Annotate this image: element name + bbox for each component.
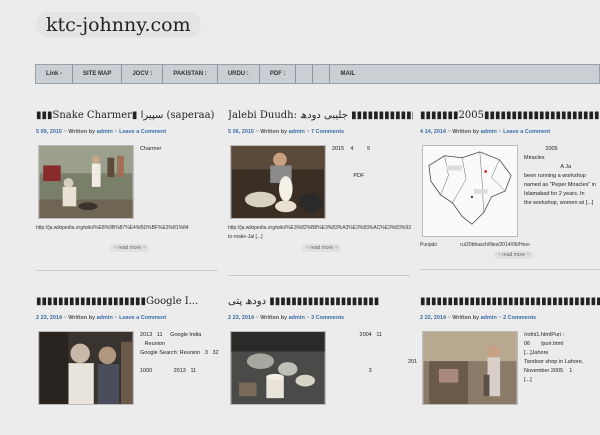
post-excerpt: 2015 4 5 PDF http://ja.wikipedia.org/wik… <box>228 145 413 252</box>
post-excerpt-text: /rothi1.htmlPuri : 06 /puri.html [...]Ja… <box>524 332 584 383</box>
post-date[interactable]: 5 09, 2015 <box>36 129 62 135</box>
post-excerpt-text: 2005 Miracles A Ja been running a worksh… <box>524 146 597 206</box>
post-card: ▮▮▮▮▮▮▮▮▮▮▮▮▮▮▮▮▮▮▮▮Google I... 2 23, 20… <box>36 295 221 435</box>
read-more-link[interactable]: ~ read more ~ <box>494 251 534 259</box>
nav-item-pdf[interactable]: PDF : <box>260 65 297 83</box>
meta-separator: ~ <box>114 315 118 321</box>
post-divider <box>228 275 410 276</box>
meta-separator: ~ <box>255 129 259 135</box>
post-title[interactable]: Jalebi Duudh: جلیبی دودھ ▮▮▮▮▮▮▮▮▮▮▮▮▮▮▮… <box>228 109 413 123</box>
post-excerpt-link[interactable]: Punjabi ru/20bhasch/files/2014/06/How- <box>420 241 531 250</box>
written-by-label: Written by <box>452 129 480 135</box>
post-thumbnail[interactable] <box>422 331 518 405</box>
post-author[interactable]: admin <box>481 129 497 135</box>
post-comments-link[interactable]: Leave a Comment <box>119 315 166 321</box>
post-excerpt: 2013 11 Google India Reunion Google Sear… <box>36 331 221 435</box>
post-meta: 5 06, 2015 ~ Written by admin ~ 7 Commen… <box>228 129 413 135</box>
post-author[interactable]: admin <box>97 129 113 135</box>
post-card: ▮▮▮▮▮▮▮▮▮▮▮▮▮▮▮▮▮▮▮▮▮▮▮▮▮▮▮▮▮▮▮▮▮▮ 2 22,… <box>420 295 600 435</box>
post-title[interactable]: دودھ پتی ▮▮▮▮▮▮▮▮▮▮▮▮▮▮▮▮▮▮▮▮ <box>228 295 413 309</box>
post-meta: 5 09, 2015 ~ Written by admin ~ Leave a … <box>36 129 221 135</box>
meta-separator: ~ <box>447 315 451 321</box>
post-divider <box>420 269 600 270</box>
meta-separator: ~ <box>498 315 502 321</box>
post-meta: 2 22, 2014 ~ Written by admin ~ 2 Commen… <box>420 315 600 321</box>
post-thumbnail[interactable] <box>230 331 326 405</box>
meta-separator: ~ <box>306 129 310 135</box>
post-excerpt-text: Charmer <box>140 146 162 152</box>
meta-separator: ~ <box>447 129 451 135</box>
post-excerpt-link[interactable]: http://ja.wikipedia.org/wiki/%E3%82%B8%E… <box>228 224 411 242</box>
post-excerpt: 2005 Miracles A Ja been running a worksh… <box>420 145 600 259</box>
nav-item-blank-2[interactable] <box>313 65 331 83</box>
post-comments-link[interactable]: Leave a Comment <box>119 129 166 135</box>
read-more-link[interactable]: ~ read more ~ <box>302 244 342 252</box>
nav-item-link[interactable]: Link - <box>36 65 73 83</box>
post-author[interactable]: admin <box>289 129 305 135</box>
nav-item-blank-1[interactable] <box>296 65 314 83</box>
post-thumbnail[interactable] <box>422 145 518 237</box>
post-card: Jalebi Duudh: جلیبی دودھ ▮▮▮▮▮▮▮▮▮▮▮▮▮▮▮… <box>228 109 413 276</box>
meta-separator: ~ <box>63 129 67 135</box>
meta-separator: ~ <box>306 315 310 321</box>
post-title[interactable]: ▮▮▮Snake Charmer▮ سپیرا (saperaa) <box>36 109 221 123</box>
post-author[interactable]: admin <box>97 315 113 321</box>
post-date[interactable]: 4 14, 2014 <box>420 129 446 135</box>
meta-separator: ~ <box>498 129 502 135</box>
nav-item-jocv[interactable]: JOCV : <box>122 65 164 83</box>
site-title[interactable]: ktc-johnny.com <box>36 12 201 38</box>
post-thumbnail[interactable] <box>38 145 134 219</box>
post-meta: 4 14, 2014 ~ Written by admin ~ Leave a … <box>420 129 600 135</box>
post-title[interactable]: ▮▮▮▮▮▮▮▮▮▮▮▮▮▮▮▮▮▮▮▮▮▮▮▮▮▮▮▮▮▮▮▮▮▮ <box>420 295 600 309</box>
main-nav: Link - SITE MAP JOCV : PAKISTAN : URDU :… <box>35 64 600 84</box>
post-divider <box>36 270 218 271</box>
post-comments-link[interactable]: 3 Comments <box>311 315 344 321</box>
post-title[interactable]: ▮▮▮▮▮▮▮▮▮▮▮▮▮▮▮▮▮▮▮▮Google I... <box>36 295 221 309</box>
post-excerpt-text: 2013 11 Google India Reunion Google Sear… <box>140 332 219 374</box>
post-comments-link[interactable]: 7 Comments <box>311 129 344 135</box>
nav-item-mail[interactable]: MAIL <box>330 65 365 83</box>
written-by-label: Written by <box>260 315 288 321</box>
post-thumbnail[interactable] <box>230 145 326 219</box>
post-excerpt: Charmer http://ja.wikipedia.org/wiki/%E8… <box>36 145 221 252</box>
post-excerpt: /rothi1.htmlPuri : 06 /puri.html [...]Ja… <box>420 331 600 435</box>
nav-item-urdu[interactable]: URDU : <box>218 65 260 83</box>
written-by-label: Written by <box>452 315 480 321</box>
post-date[interactable]: 2 23, 2014 <box>228 315 254 321</box>
post-card: دودھ پتی ▮▮▮▮▮▮▮▮▮▮▮▮▮▮▮▮▮▮▮▮ 2 23, 2014… <box>228 295 417 435</box>
post-excerpt-text: 2004 11 3 <box>359 332 383 374</box>
meta-separator: ~ <box>63 315 67 321</box>
post-thumbnail[interactable] <box>38 331 134 405</box>
meta-separator: ~ <box>255 315 259 321</box>
read-more-link[interactable]: ~ read more ~ <box>110 244 150 252</box>
nav-item-pakistan[interactable]: PAKISTAN : <box>163 65 218 83</box>
post-date[interactable]: 2 22, 2014 <box>420 315 446 321</box>
written-by-label: Written by <box>68 129 96 135</box>
post-author[interactable]: admin <box>289 315 305 321</box>
nav-item-site-map[interactable]: SITE MAP <box>73 65 123 83</box>
post-author[interactable]: admin <box>481 315 497 321</box>
post-excerpt-link[interactable]: http://ja.wikipedia.org/wiki/%E8%9B%87%E… <box>36 224 189 233</box>
post-comments-link[interactable]: 2 Comments <box>503 315 536 321</box>
post-comments-link[interactable]: Leave a Comment <box>503 129 550 135</box>
written-by-label: Written by <box>260 129 288 135</box>
post-card: ▮▮▮▮▮▮▮2005▮▮▮▮▮▮▮▮▮▮▮▮▮▮▮▮▮▮▮▮▮▮▮▮▮... … <box>420 109 600 270</box>
post-excerpt-text: 2015 4 5 PDF <box>332 146 371 179</box>
post-date[interactable]: 5 06, 2015 <box>228 129 254 135</box>
meta-separator: ~ <box>114 129 118 135</box>
written-by-label: Written by <box>68 315 96 321</box>
post-date[interactable]: 2 23, 2014 <box>36 315 62 321</box>
post-meta: 2 23, 2014 ~ Written by admin ~ Leave a … <box>36 315 221 321</box>
post-card: ▮▮▮Snake Charmer▮ سپیرا (saperaa) 5 09, … <box>36 109 221 271</box>
post-excerpt: 2004 11 3 201 <box>228 331 417 435</box>
post-title[interactable]: ▮▮▮▮▮▮▮2005▮▮▮▮▮▮▮▮▮▮▮▮▮▮▮▮▮▮▮▮▮▮▮▮▮... <box>420 109 600 123</box>
post-meta: 2 23, 2014 ~ Written by admin ~ 3 Commen… <box>228 315 413 321</box>
